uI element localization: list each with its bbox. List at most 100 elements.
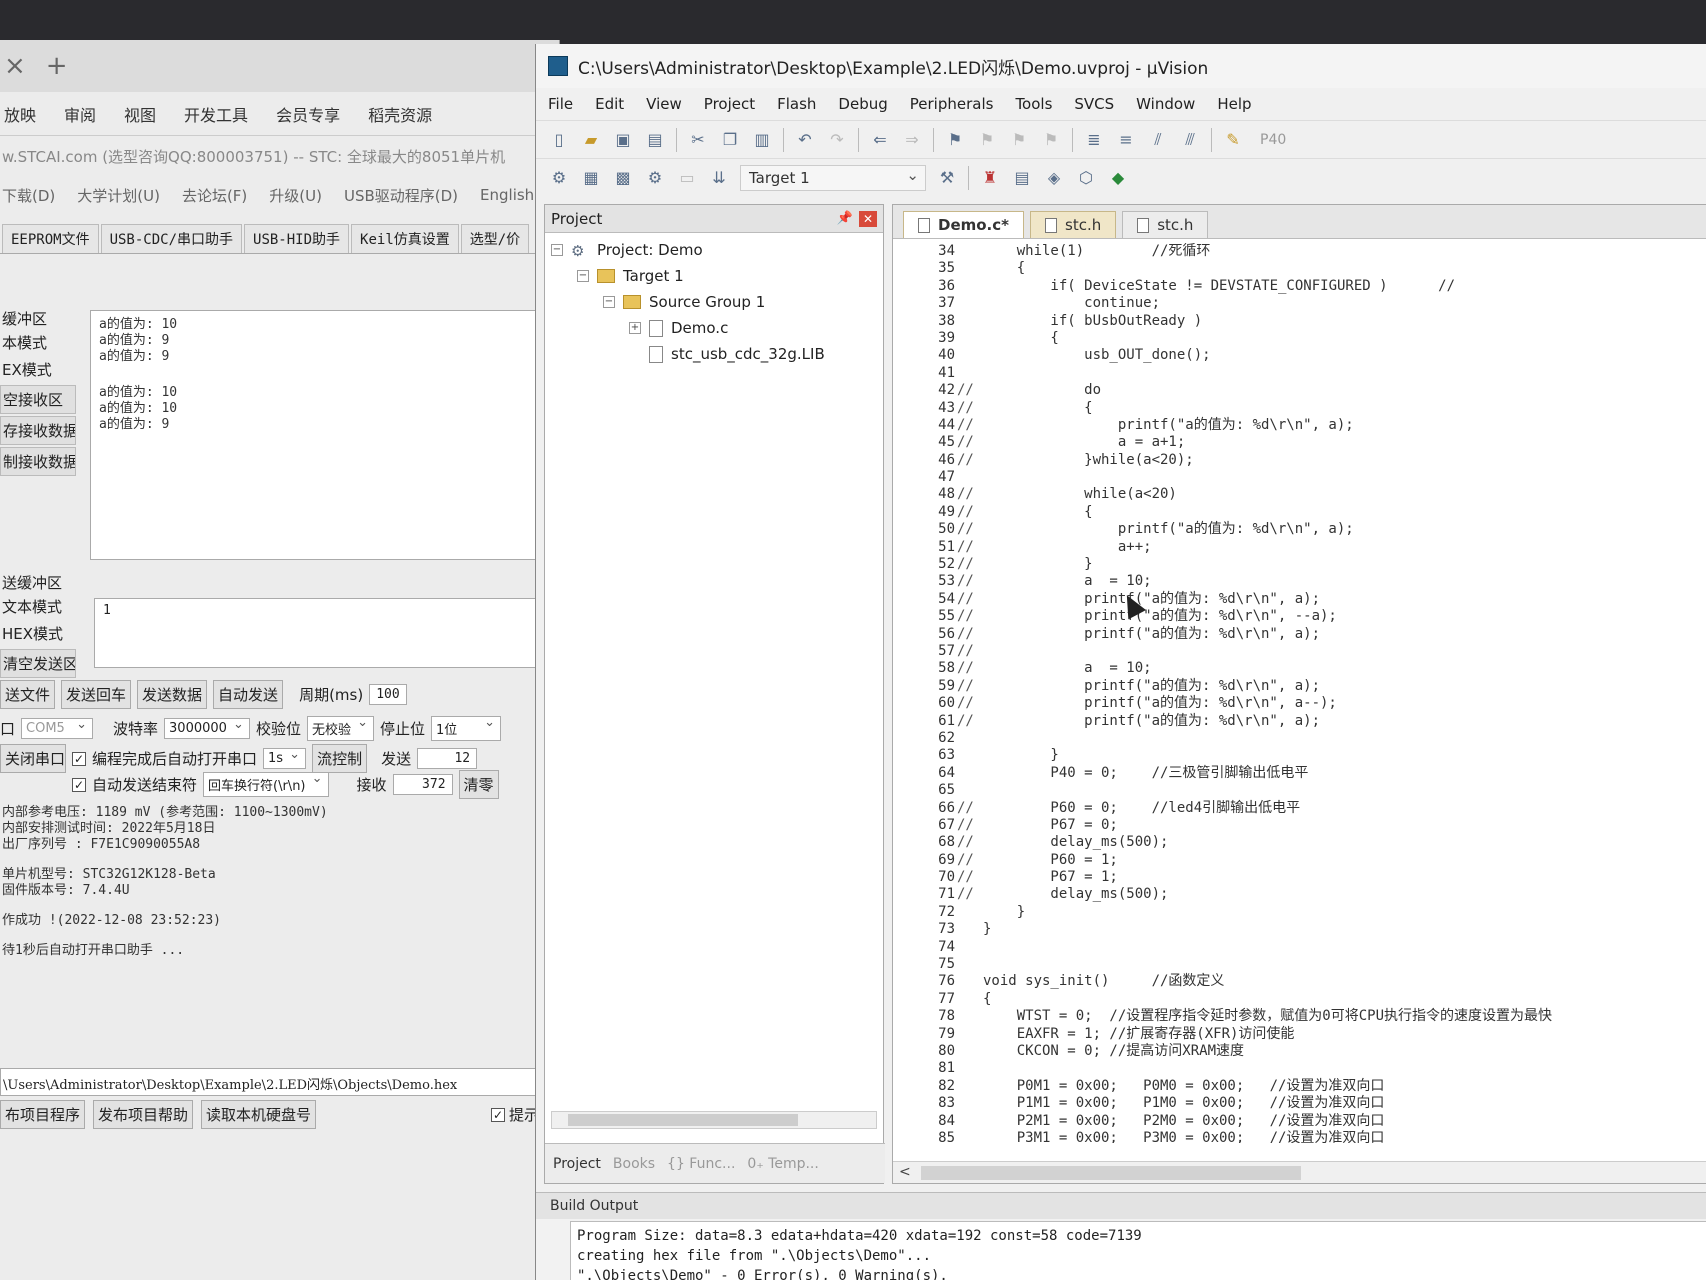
manage-components-icon[interactable]: ♜ <box>979 167 1001 189</box>
code-line[interactable]: 72 } <box>893 904 1706 921</box>
code-line[interactable]: 57// <box>893 643 1706 660</box>
recv-hex-mode[interactable]: EX模式 <box>0 356 88 383</box>
recv-textarea[interactable]: a的值为: 10 a的值为: 9 a的值为: 9 a的值为: 10 a的值为: … <box>90 310 559 560</box>
tab-selection[interactable]: 选型/价 <box>460 224 530 253</box>
code-line[interactable]: 38 if( bUsbOutReady ) <box>893 313 1706 330</box>
redo-icon[interactable]: ↷ <box>826 129 848 151</box>
code-line[interactable]: 56// printf("a的值为: %d\r\n", a); <box>893 626 1706 643</box>
close-port-button[interactable]: 关闭串口 <box>0 744 66 773</box>
code-line[interactable]: 46// }while(a<20); <box>893 452 1706 469</box>
collapse-icon[interactable]: − <box>577 270 589 282</box>
menu-item[interactable]: 开发工具 <box>184 102 248 126</box>
port-select[interactable]: COM5 <box>21 717 94 739</box>
link-university[interactable]: 大学计划(U) <box>77 185 160 206</box>
code-line[interactable]: 60// printf("a的值为: %d\r\n", a--); <box>893 695 1706 712</box>
bookmark-clear-icon[interactable]: ⚑ <box>1040 129 1062 151</box>
code-line[interactable]: 70// P67 = 1; <box>893 869 1706 886</box>
code-line[interactable]: 69// P60 = 1; <box>893 852 1706 869</box>
send-data-button[interactable]: 发送数据 <box>137 680 208 709</box>
link-forum[interactable]: 去论坛(F) <box>182 185 247 206</box>
save-icon[interactable]: ▣ <box>612 129 634 151</box>
file-extensions-icon[interactable]: ▤ <box>1011 167 1033 189</box>
tab-usb-hid[interactable]: USB-HID助手 <box>244 224 350 253</box>
menu-project[interactable]: Project <box>704 95 755 113</box>
collapse-icon[interactable]: − <box>603 296 615 308</box>
sound-checkbox[interactable]: ✓ <box>490 1107 505 1122</box>
undo-icon[interactable]: ↶ <box>794 129 816 151</box>
run-time-env-icon[interactable]: ◆ <box>1107 167 1129 189</box>
code-line[interactable]: 75 <box>893 956 1706 973</box>
code-line[interactable]: 52// } <box>893 556 1706 573</box>
code-line[interactable]: 71// delay_ms(500); <box>893 886 1706 903</box>
auto-open-delay-select[interactable]: 1s <box>263 747 307 769</box>
bookmark-icon[interactable]: ⚑ <box>944 129 966 151</box>
menu-window[interactable]: Window <box>1136 95 1195 113</box>
code-line[interactable]: 43// { <box>893 400 1706 417</box>
code-line[interactable]: 64 P40 = 0; //三极管引脚输出低电平 <box>893 765 1706 782</box>
code-line[interactable]: 63 } <box>893 747 1706 764</box>
nav-back-icon[interactable]: ⇐ <box>869 129 891 151</box>
code-line[interactable]: 41 <box>893 365 1706 382</box>
tab-functions[interactable]: {} Func... <box>667 1156 735 1172</box>
close-icon[interactable]: ✕ <box>859 210 877 227</box>
code-line[interactable]: 51// a++; <box>893 539 1706 556</box>
clear-send-button[interactable]: 清空发送区 <box>0 649 76 678</box>
menu-item[interactable]: 稻壳资源 <box>368 102 432 126</box>
menu-svcs[interactable]: SVCS <box>1074 95 1114 113</box>
tree-source-group[interactable]: − Source Group 1 <box>551 289 883 315</box>
menu-view[interactable]: View <box>646 95 682 113</box>
menu-tools[interactable]: Tools <box>1015 95 1052 113</box>
tab-templates[interactable]: 0₊ Temp... <box>747 1156 818 1172</box>
tab-project[interactable]: Project <box>553 1156 601 1172</box>
stop-select[interactable]: 1位 <box>430 715 501 741</box>
code-line[interactable]: 85 P3M1 = 0x00; P3M0 = 0x00; //设置为准双向口 <box>893 1130 1706 1143</box>
menu-file[interactable]: File <box>548 95 573 113</box>
auto-end-checkbox[interactable]: ✓ <box>72 777 86 792</box>
send-textarea[interactable]: 1 <box>94 598 559 668</box>
code-line[interactable]: 67// P67 = 0; <box>893 817 1706 834</box>
code-line[interactable]: 61// printf("a的值为: %d\r\n", a); <box>893 713 1706 730</box>
code-line[interactable]: 54// printf("a的值为: %d\r\n", a); <box>893 591 1706 608</box>
tab-usb-cdc[interactable]: USB-CDC/串口助手 <box>100 224 243 253</box>
expand-icon[interactable]: + <box>629 322 641 334</box>
auto-open-checkbox[interactable]: ✓ <box>72 751 86 766</box>
code-line[interactable]: 77 { <box>893 991 1706 1008</box>
link-upgrade[interactable]: 升级(U) <box>269 185 322 206</box>
comment-icon[interactable]: ⫽ <box>1147 129 1169 151</box>
indent-icon[interactable]: ≣ <box>1083 129 1105 151</box>
code-line[interactable]: 82 P0M1 = 0x00; P0M0 = 0x00; //设置为准双向口 <box>893 1078 1706 1095</box>
publish-program-button[interactable]: 布项目程序 <box>0 1100 86 1129</box>
menu-debug[interactable]: Debug <box>838 95 887 113</box>
project-hscrollbar[interactable] <box>551 1111 877 1129</box>
code-line[interactable]: 50// printf("a的值为: %d\r\n", a); <box>893 521 1706 538</box>
target-options-icon[interactable]: ⚒ <box>936 167 958 189</box>
send-text-mode[interactable]: 文本模式 <box>0 593 88 620</box>
hex-file-path[interactable]: \Users\Administrator\Desktop\Example\2.L… <box>0 1068 559 1096</box>
tab-eeprom[interactable]: EEPROM文件 <box>2 224 99 253</box>
code-line[interactable]: 62 <box>893 730 1706 747</box>
code-line[interactable]: 83 P1M1 = 0x00; P1M0 = 0x00; //设置为准双向口 <box>893 1095 1706 1112</box>
code-line[interactable]: 80 CKCON = 0; //提高访问XRAM速度 <box>893 1043 1706 1060</box>
bookmark-next-icon[interactable]: ⚑ <box>1008 129 1030 151</box>
code-line[interactable]: 74 <box>893 939 1706 956</box>
code-line[interactable]: 47 <box>893 469 1706 486</box>
code-line[interactable]: 78 WTST = 0; //设置程序指令延时参数，赋值为0可将CPU执行指令的… <box>893 1008 1706 1025</box>
code-line[interactable]: 34 while(1) //死循环 <box>893 243 1706 260</box>
save-all-icon[interactable]: ▤ <box>644 129 666 151</box>
menu-item[interactable]: 审阅 <box>64 102 96 126</box>
end-char-select[interactable]: 回车换行符(\r\n) <box>203 771 329 797</box>
copy-icon[interactable]: ❐ <box>719 129 741 151</box>
find-symbol-field[interactable]: P40 <box>1260 132 1286 148</box>
tab-demo-c[interactable]: Demo.c* <box>903 211 1024 238</box>
find-in-files-icon[interactable]: ✎ <box>1222 129 1244 151</box>
baud-select[interactable]: 3000000 <box>164 717 250 739</box>
clear-recv-button[interactable]: 空接收区 <box>0 385 76 414</box>
tab-books[interactable]: Books <box>613 1156 655 1172</box>
send-enter-button[interactable]: 发送回车 <box>61 680 132 709</box>
tree-file-lib[interactable]: stc_usb_cdc_32g.LIB <box>551 341 883 367</box>
publish-help-button[interactable]: 发布项目帮助 <box>93 1100 194 1129</box>
pin-icon[interactable]: 📌 <box>837 211 853 226</box>
open-folder-icon[interactable]: ▰ <box>580 129 602 151</box>
new-tab-icon[interactable]: + <box>46 51 68 81</box>
flow-control-button[interactable]: 流控制 <box>312 744 368 773</box>
